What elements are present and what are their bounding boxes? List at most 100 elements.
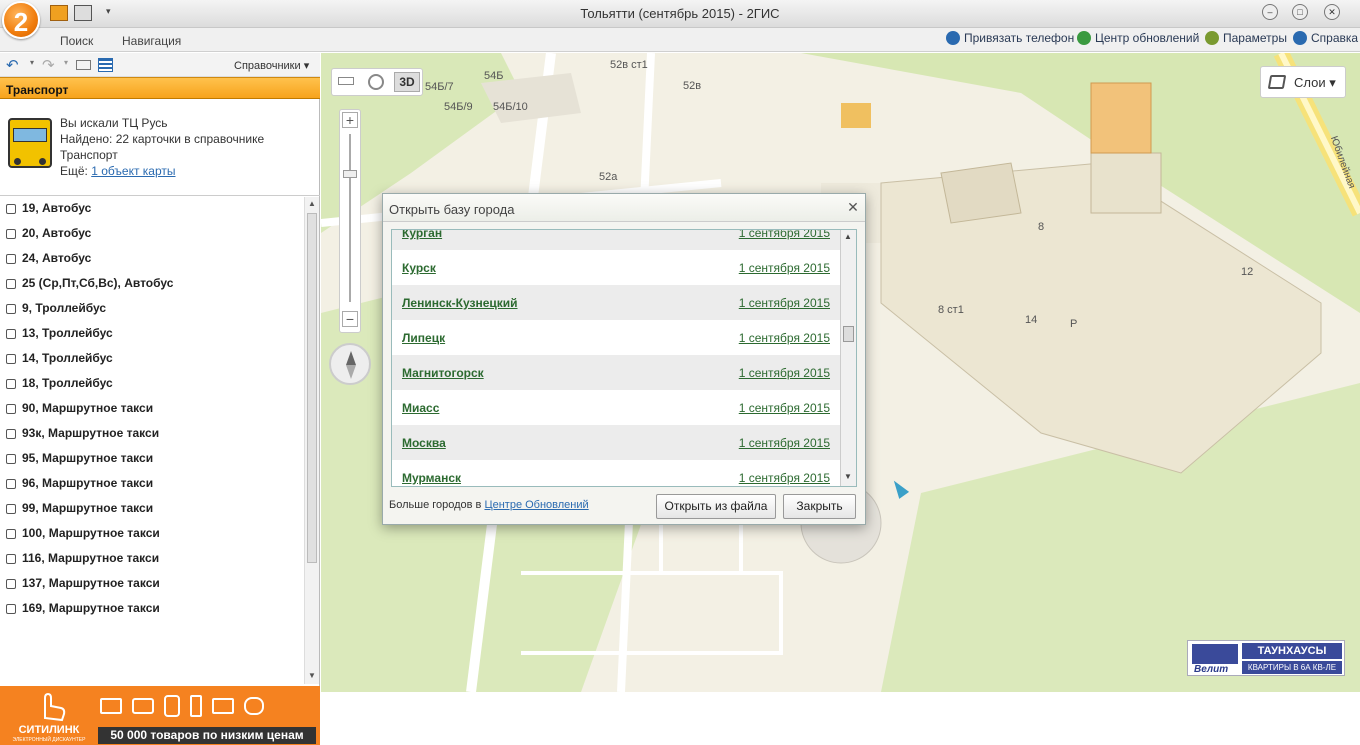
ad-subtitle: КВАРТИРЫ В 6А КВ-ЛЕ (1242, 661, 1342, 674)
route-item[interactable]: 24, Автобус (0, 247, 304, 272)
zoom-out-button[interactable]: − (342, 311, 358, 327)
route-item[interactable]: 13, Троллейбус (0, 322, 304, 347)
city-date[interactable]: 1 сентября 2015 (739, 230, 830, 240)
zoom-in-button[interactable]: + (342, 112, 358, 128)
route-item[interactable]: 116, Маршрутное такси (0, 547, 304, 572)
zoom-control: + − (339, 109, 361, 333)
city-date[interactable]: 1 сентября 2015 (739, 296, 830, 310)
city-list-scrollbar[interactable]: ▲ ▼ (840, 230, 856, 486)
city-name[interactable]: Липецк (402, 331, 445, 345)
open-city-dialog: Открыть базу города ✕ Курган 1 сентября 2… (382, 193, 866, 525)
routes-scrollbar[interactable]: ▲ ▼ (304, 197, 319, 684)
settings-link[interactable]: Параметры (1205, 31, 1287, 45)
route-item[interactable]: 20, Автобус (0, 222, 304, 247)
city-row[interactable]: Липецк 1 сентября 2015 (392, 320, 840, 355)
map-ad[interactable]: Велит ТАУНХАУСЫ КВАРТИРЫ В 6А КВ-ЛЕ (1187, 640, 1345, 676)
directories-dropdown[interactable]: Справочники ▾ (234, 59, 309, 72)
city-date[interactable]: 1 сентября 2015 (739, 261, 830, 275)
map-label-parking: Р (1070, 318, 1078, 330)
close-window-button[interactable]: ✕ (1324, 4, 1340, 20)
city-date[interactable]: 1 сентября 2015 (739, 331, 830, 345)
city-row[interactable]: Миасс 1 сентября 2015 (392, 390, 840, 425)
route-item[interactable]: 99, Маршрутное такси (0, 497, 304, 522)
forward-history-dropdown-icon[interactable]: ▾ (64, 58, 68, 67)
city-name[interactable]: Курск (402, 261, 436, 275)
layers-button[interactable]: Слои ▾ (1260, 66, 1346, 98)
route-item[interactable]: 169, Маршрутное такси (0, 597, 304, 622)
city-row[interactable]: Курск 1 сентября 2015 (392, 250, 840, 285)
city-name[interactable]: Миасс (402, 401, 439, 415)
camera-icon (132, 698, 154, 714)
update-center-link[interactable]: Центре Обновлений (484, 499, 588, 511)
city-name[interactable]: Мурманск (402, 471, 461, 485)
route-item[interactable]: 14, Троллейбус (0, 347, 304, 372)
update-center-link[interactable]: Центр обновлений (1077, 31, 1199, 45)
menu-navigation[interactable]: Навигация (122, 34, 181, 48)
city-date[interactable]: 1 сентября 2015 (739, 366, 830, 380)
minibus-icon (6, 529, 16, 539)
city-row[interactable]: Ленинск-Кузнецкий 1 сентября 2015 (392, 285, 840, 320)
banner-tagline: ЭЛЕКТРОННЫЙ ДИСКАУНТЕР (12, 737, 86, 743)
menu-search[interactable]: Поиск (60, 34, 93, 48)
city-date[interactable]: 1 сентября 2015 (739, 436, 830, 450)
route-item[interactable]: 137, Маршрутное такси (0, 572, 304, 597)
open-from-file-button[interactable]: Открыть из файла (656, 494, 776, 519)
scroll-down-icon[interactable]: ▼ (308, 671, 316, 680)
scroll-up-icon[interactable]: ▲ (844, 232, 852, 241)
route-item[interactable]: 96, Маршрутное такси (0, 472, 304, 497)
scroll-down-icon[interactable]: ▼ (844, 472, 852, 481)
map-object-link[interactable]: 1 объект карты (91, 164, 175, 178)
map-tools: 3D (331, 68, 423, 96)
search-found-count: Найдено: 22 карточки в справочнике (60, 132, 265, 146)
city-row[interactable]: Мурманск 1 сентября 2015 (392, 460, 840, 486)
zoom-slider-track[interactable] (349, 134, 351, 302)
search-more: Ещё: 1 объект карты (60, 164, 176, 178)
scrollbar-thumb[interactable] (843, 326, 854, 342)
dialog-title: Открыть базу города (383, 194, 865, 222)
route-label: 116, Маршрутное такси (22, 551, 160, 565)
banner-product-icons (100, 692, 314, 720)
bind-phone-link[interactable]: Привязать телефон (946, 31, 1074, 45)
route-item[interactable]: 100, Маршрутное такси (0, 522, 304, 547)
minibus-icon (6, 604, 16, 614)
city-row[interactable]: Курган 1 сентября 2015 (392, 230, 840, 250)
route-item[interactable]: 95, Маршрутное такси (0, 447, 304, 472)
back-history-dropdown-icon[interactable]: ▾ (30, 58, 34, 67)
zoom-slider-handle[interactable] (343, 170, 357, 178)
dialog-close-icon[interactable]: ✕ (845, 199, 861, 215)
scrollbar-thumb[interactable] (307, 213, 317, 563)
minibus-icon (6, 504, 16, 514)
route-item[interactable]: 9, Троллейбус (0, 297, 304, 322)
maximize-button[interactable]: □ (1292, 4, 1308, 20)
radius-icon[interactable] (368, 74, 384, 90)
city-name[interactable]: Ленинск-Кузнецкий (402, 296, 518, 310)
route-item[interactable]: 93к, Маршрутное такси (0, 422, 304, 447)
route-item[interactable]: 90, Маршрутное такси (0, 397, 304, 422)
city-row[interactable]: Магнитогорск 1 сентября 2015 (392, 355, 840, 390)
app-logo[interactable]: 2 (2, 1, 40, 39)
city-name[interactable]: Магнитогорск (402, 366, 484, 380)
compass-icon[interactable] (329, 343, 371, 385)
minimize-button[interactable]: – (1262, 4, 1278, 20)
route-label: 9, Троллейбус (22, 301, 107, 315)
city-name[interactable]: Курган (402, 230, 442, 240)
scroll-up-icon[interactable]: ▲ (308, 199, 316, 208)
city-row[interactable]: Москва 1 сентября 2015 (392, 425, 840, 460)
city-name[interactable]: Москва (402, 436, 446, 450)
route-item[interactable]: 25 (Ср,Пт,Сб,Вс), Автобус (0, 272, 304, 297)
list-view-icon[interactable] (98, 58, 113, 72)
route-item[interactable]: 18, Троллейбус (0, 372, 304, 397)
help-link[interactable]: Справка (1293, 31, 1358, 45)
ad-banner[interactable]: СИТИЛИНК ЭЛЕКТРОННЫЙ ДИСКАУНТЕР 50 000 т… (0, 686, 320, 745)
mode-3d-button[interactable]: 3D (394, 72, 420, 92)
city-date[interactable]: 1 сентября 2015 (739, 471, 830, 485)
ruler-icon[interactable] (338, 77, 354, 85)
search-info: Вы искали ТЦ Русь Найдено: 22 карточки в… (0, 100, 320, 196)
map-label-14: 14 (1025, 314, 1038, 326)
collapse-panel-icon[interactable] (76, 60, 91, 70)
route-item[interactable]: 19, Автобус (0, 197, 304, 222)
city-date[interactable]: 1 сентября 2015 (739, 401, 830, 415)
forward-icon[interactable]: ↷ (42, 56, 55, 74)
close-button[interactable]: Закрыть (783, 494, 856, 519)
back-icon[interactable]: ↶ (6, 56, 19, 74)
